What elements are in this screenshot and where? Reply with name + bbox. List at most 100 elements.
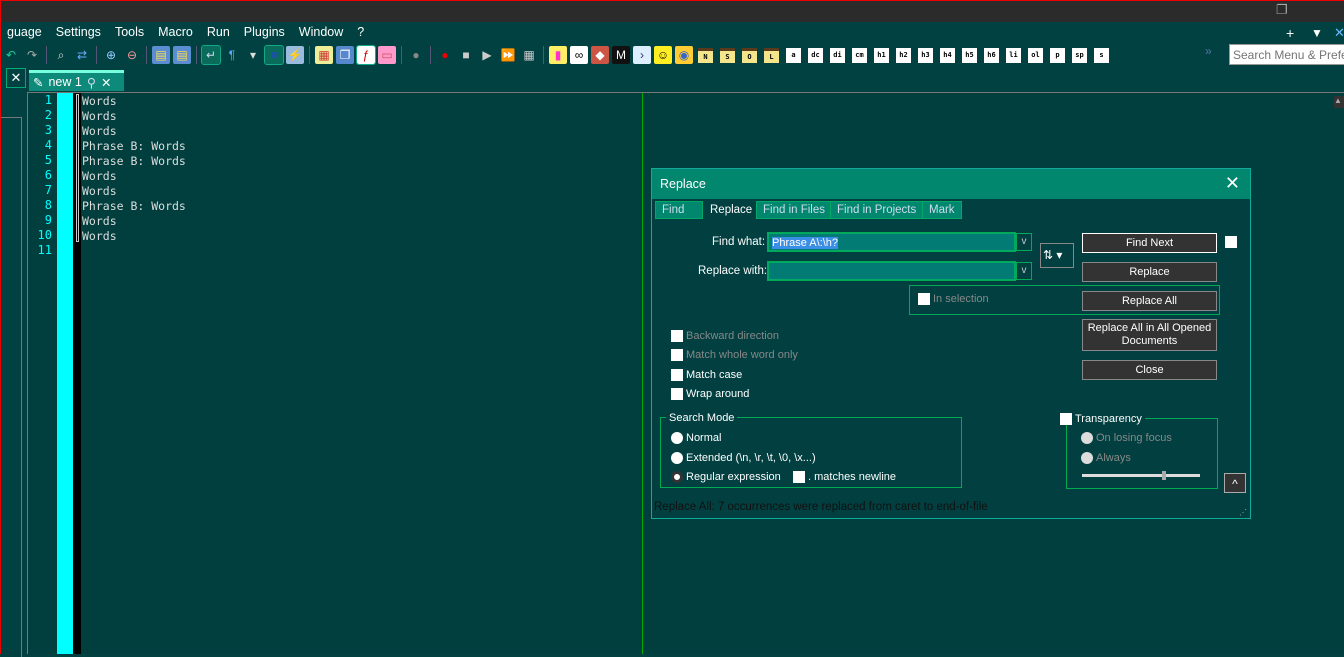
find-history-dropdown[interactable]: v <box>1016 233 1032 251</box>
tag-button-h5[interactable]: h5 <box>962 47 977 63</box>
swap-button[interactable]: ⇅ ▾ <box>1040 243 1074 268</box>
toolbar-overflow-icon[interactable]: » <box>1205 44 1212 58</box>
folder-workspace-icon[interactable]: ▭ <box>378 46 396 64</box>
document-list-icon[interactable]: ❐ <box>336 46 354 64</box>
replace-all-button[interactable]: Replace All <box>1082 291 1217 311</box>
replace-history-dropdown[interactable]: v <box>1016 262 1032 280</box>
tab-find-in-projects[interactable]: Find in Projects <box>830 201 924 219</box>
close-tab-icon[interactable]: ✕ <box>101 75 111 90</box>
console-icon[interactable]: › <box>633 46 651 64</box>
sync-vertical-icon[interactable]: ▤ <box>152 46 170 64</box>
find-next-option-checkbox[interactable] <box>1225 236 1237 248</box>
tab-new-1[interactable]: ✎ new 1 ⚲ ✕ <box>29 70 124 91</box>
find-next-button[interactable]: Find Next <box>1082 233 1217 253</box>
tag-button-cm[interactable]: cm <box>852 47 867 63</box>
markdown-icon[interactable]: M <box>612 46 630 64</box>
zoom-in-icon[interactable]: ⊕ <box>102 46 120 64</box>
close-document-button[interactable]: ✕ <box>1334 25 1344 41</box>
word-wrap-icon[interactable]: ↵ <box>201 45 221 65</box>
replace-icon[interactable]: ⇄ <box>73 46 91 64</box>
pin-icon[interactable]: ⚲ <box>87 75 96 90</box>
menu-help[interactable]: ? <box>350 22 371 42</box>
git-icon[interactable]: ◆ <box>591 46 609 64</box>
option-wrap-around[interactable]: Wrap around <box>671 385 798 405</box>
code-line[interactable]: Words <box>82 124 186 139</box>
tag-button-dc[interactable]: dc <box>808 47 823 63</box>
stop-macro-icon[interactable]: ■ <box>457 46 475 64</box>
radio-always[interactable]: Always <box>1081 452 1131 464</box>
tab-find[interactable]: Find <box>655 201 703 219</box>
undo-icon[interactable]: ↶ <box>2 46 20 64</box>
indent-guide-icon[interactable]: ≡ <box>264 45 284 65</box>
collapse-button[interactable]: ^ <box>1224 473 1246 493</box>
save-macro-icon[interactable]: ▦ <box>520 46 538 64</box>
chain-icon[interactable]: ∞ <box>570 46 588 64</box>
tag-button-h3[interactable]: h3 <box>918 47 933 63</box>
tag-button-ol[interactable]: ol <box>1028 47 1043 63</box>
tag-button-h6[interactable]: h6 <box>984 47 999 63</box>
menu-plugins[interactable]: Plugins <box>237 22 292 42</box>
tag-button-h1[interactable]: h1 <box>874 47 889 63</box>
dropdown-icon[interactable]: ▾ <box>244 46 262 64</box>
tag-button-s[interactable]: s <box>1094 47 1109 63</box>
replace-with-input[interactable] <box>767 261 1016 281</box>
code-line[interactable]: Words <box>82 94 186 109</box>
replace-button[interactable]: Replace <box>1082 262 1217 282</box>
code-line[interactable]: Words <box>82 229 186 244</box>
menu-settings[interactable]: Settings <box>49 22 108 42</box>
zoom-out-icon[interactable]: ⊖ <box>123 46 141 64</box>
monitoring-icon[interactable]: ● <box>407 46 425 64</box>
option-match-whole-word-only[interactable]: Match whole word only <box>671 346 798 366</box>
record-macro-icon[interactable]: ● <box>436 46 454 64</box>
close-button[interactable]: Close <box>1082 360 1217 380</box>
smiley-icon[interactable]: ☺ <box>654 46 672 64</box>
menu-window[interactable]: Window <box>292 22 350 42</box>
matches-newline-checkbox[interactable]: . matches newline <box>793 471 896 483</box>
code-line[interactable]: Phrase B: Words <box>82 154 186 169</box>
resize-grip-icon[interactable]: ⋰ <box>1239 508 1247 517</box>
replace-all-opened-button[interactable]: Replace All in All Opened Documents <box>1082 319 1217 351</box>
code-line[interactable]: Phrase B: Words <box>82 139 186 154</box>
slider-thumb[interactable] <box>1161 471 1166 480</box>
new-tab-button[interactable]: + <box>1286 25 1294 41</box>
code-line[interactable]: Words <box>82 169 186 184</box>
tag-button-sp[interactable]: sp <box>1072 47 1087 63</box>
in-selection-checkbox[interactable]: In selection <box>918 293 989 305</box>
tag-button-h4[interactable]: h4 <box>940 47 955 63</box>
restore-button[interactable]: ❐ <box>1276 2 1288 18</box>
menu-run[interactable]: Run <box>200 22 237 42</box>
code-line[interactable]: Words <box>82 184 186 199</box>
tag-button-p[interactable]: p <box>1050 47 1065 63</box>
sync-horizontal-icon[interactable]: ▤ <box>173 46 191 64</box>
tag-button-li[interactable]: li <box>1006 47 1021 63</box>
code-line[interactable]: Phrase B: Words <box>82 199 186 214</box>
scrollbar-up-icon[interactable]: ▲ <box>1334 96 1344 108</box>
search-menu-input[interactable] <box>1229 44 1344 65</box>
radio-extended[interactable]: Extended (\n, \r, \t, \0, \x...) <box>671 452 816 464</box>
radio-regex[interactable]: Regular expression <box>671 471 781 483</box>
tab-find-in-files[interactable]: Find in Files <box>756 201 832 219</box>
transparency-slider[interactable] <box>1082 471 1200 480</box>
run-macro-multiple-icon[interactable]: ⏩ <box>499 46 517 64</box>
radio-on-losing-focus[interactable]: On losing focus <box>1081 432 1172 444</box>
spell-check-icon[interactable]: ◉ <box>675 46 693 64</box>
tag-button-h2[interactable]: h2 <box>896 47 911 63</box>
menu-macro[interactable]: Macro <box>151 22 200 42</box>
menu-guage[interactable]: guage <box>0 22 49 42</box>
close-icon[interactable]: ✕ <box>1225 173 1240 194</box>
tag-button-S[interactable]: S <box>720 47 735 63</box>
tag-button-O[interactable]: O <box>742 47 757 63</box>
menu-tools[interactable]: Tools <box>108 22 151 42</box>
tag-button-a[interactable]: a <box>786 47 801 63</box>
close-panel-icon[interactable]: ✕ <box>6 68 26 88</box>
checkbox[interactable] <box>671 329 683 342</box>
show-all-chars-icon[interactable]: ¶ <box>223 46 241 64</box>
option-match-case[interactable]: Match case <box>671 365 798 385</box>
document-map-icon[interactable]: ▦ <box>315 46 333 64</box>
user-defined-language-icon[interactable]: ⚡ <box>286 46 304 64</box>
tab-list-button[interactable]: ▼ <box>1311 26 1323 40</box>
tab-mark[interactable]: Mark <box>922 201 962 219</box>
tab-replace[interactable]: Replace <box>704 202 756 220</box>
tag-button-di[interactable]: di <box>830 47 845 63</box>
radio-normal[interactable]: Normal <box>671 432 721 444</box>
